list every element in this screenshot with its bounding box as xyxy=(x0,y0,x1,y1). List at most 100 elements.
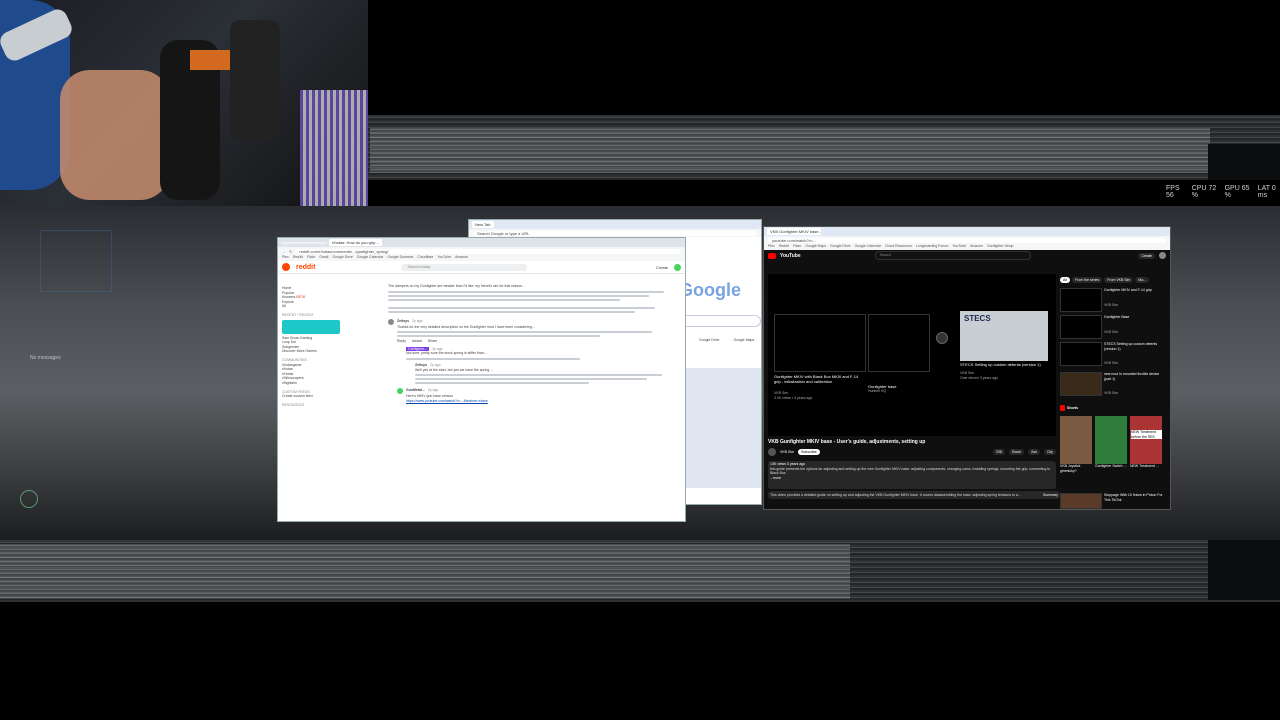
short-thumb xyxy=(1095,416,1127,464)
reddit-search[interactable]: Search r/hotas xyxy=(401,263,528,271)
shorts-label: Shorts xyxy=(1067,405,1079,410)
youtube-search[interactable]: Search xyxy=(874,251,1031,260)
rec-item[interactable]: Gunfighter MKIV and F-14 grip VKB Sim xyxy=(1060,288,1166,312)
recent-heading: RECENT / RECENT xyxy=(282,312,314,317)
glitch-overlay-top xyxy=(370,128,1210,173)
create-button[interactable]: Create xyxy=(656,265,668,270)
reload-icon[interactable]: ↻ xyxy=(289,249,292,254)
thumbnail-text: STECS xyxy=(964,314,991,323)
subscribe-button[interactable]: Subscribe xyxy=(798,448,820,456)
channel-avatar[interactable] xyxy=(768,448,776,456)
description-box[interactable]: 13K views 3 years ago this guide present… xyxy=(768,461,1056,489)
bookmark[interactable]: Google Drive xyxy=(332,255,352,261)
rec-channel: VKB Sim xyxy=(1104,391,1119,396)
back-icon[interactable]: ← xyxy=(282,249,286,254)
chip-channel[interactable]: From VKB Sim xyxy=(1104,277,1134,283)
rec-item[interactable]: Stoppage With 10 Halos in Prison For Thi… xyxy=(1060,493,1166,509)
add-circle-icon[interactable] xyxy=(20,490,38,508)
community-item[interactable]: r/flightsim xyxy=(282,381,340,386)
shortcut-2[interactable]: Google Maps xyxy=(733,338,754,343)
bookmark[interactable]: Google Calendar xyxy=(855,244,881,250)
reddit-address[interactable]: reddit.com/r/hotas/comments/.../gunfight… xyxy=(295,248,681,254)
latency-stat: LAT 0 ms xyxy=(1257,185,1276,199)
bookmark[interactable]: Plex xyxy=(768,244,775,250)
channel-avatar[interactable] xyxy=(936,332,948,344)
bookmark[interactable]: Reddit xyxy=(293,255,303,261)
ask-button[interactable]: Ask xyxy=(1028,449,1040,455)
chip-series[interactable]: From the series xyxy=(1071,277,1103,283)
bookmark[interactable]: Google Calendar xyxy=(357,255,383,261)
short-item[interactable]: Gunfighter Switch ... xyxy=(1095,416,1127,473)
google-search-box[interactable] xyxy=(679,315,761,327)
avatar[interactable] xyxy=(1159,252,1166,259)
tab-reddit[interactable]: r/hotas: How do you grip... xyxy=(329,239,382,246)
recent-item[interactable]: Discover More Games xyxy=(282,349,340,354)
end-card-title[interactable]: STECS Setting up custom detents (version… xyxy=(960,362,1050,367)
google-logo: Google xyxy=(679,280,741,300)
rec-item[interactable]: Gunfighter Base VKB Sim xyxy=(1060,315,1166,339)
shortcut-1[interactable]: Google Drive xyxy=(699,338,719,343)
bookmark[interactable]: YouTube xyxy=(952,244,966,250)
bookmark[interactable]: Longboarding Forum xyxy=(916,244,949,250)
create-feed-link[interactable]: Create custom feed xyxy=(282,394,340,399)
reddit-logo-icon[interactable] xyxy=(282,263,290,271)
end-card-channel: VKB Sim xyxy=(774,391,789,395)
bookmark[interactable]: Cloudflare xyxy=(417,255,433,261)
award-button[interactable]: Award xyxy=(412,339,422,344)
tab-youtube[interactable]: VKB Gunfighter MKIV base... xyxy=(767,228,821,235)
summary-label[interactable]: Summary xyxy=(1043,493,1058,498)
sidebar-item-all[interactable]: All xyxy=(282,304,340,309)
rec-item[interactable]: STECS Setting up custom detents (version… xyxy=(1060,342,1166,369)
reply-button[interactable]: Reply xyxy=(397,339,406,344)
bookmark[interactable]: Amazon xyxy=(970,244,983,250)
channel-name[interactable]: VKB Sim xyxy=(780,450,794,455)
video-link[interactable]: https://www.youtube.com/watch?v=...&feat… xyxy=(388,399,678,404)
featured-community[interactable] xyxy=(282,319,340,334)
ai-summary[interactable]: This video provides a detailed guide on … xyxy=(768,491,1060,499)
bookmark[interactable]: Flickr xyxy=(793,244,801,250)
bookmark[interactable]: Cloud Resources xyxy=(885,244,912,250)
tab-1[interactable] xyxy=(281,241,327,244)
more-link[interactable]: ...more xyxy=(770,476,1054,481)
rec-item[interactable]: new mod in mounted throttle device (part… xyxy=(1060,372,1166,399)
bookmark[interactable]: Google Maps xyxy=(805,244,826,250)
chip-all[interactable]: All xyxy=(1060,277,1070,283)
end-card-thumb[interactable]: STECS xyxy=(960,311,1048,361)
panel-block xyxy=(684,368,761,488)
like-button[interactable]: 298 xyxy=(992,449,1005,455)
short-item[interactable]: VKB Joystick gimmicky? xyxy=(1060,416,1092,473)
share-button[interactable]: Share xyxy=(1008,449,1025,455)
avatar[interactable] xyxy=(674,263,681,271)
create-button[interactable]: Create xyxy=(1138,252,1155,259)
bookmark[interactable]: Google Domains xyxy=(387,255,413,261)
share-button[interactable]: Share xyxy=(428,339,437,344)
tab-new[interactable]: New Tab xyxy=(472,221,494,228)
youtube-address[interactable]: youtube.com/watch?v=... xyxy=(768,237,1166,243)
video-player[interactable]: Gunfighter MKIV with Black Box MKIII and… xyxy=(768,274,1056,436)
summary-text: This video provides a detailed guide on … xyxy=(770,492,1021,497)
orange-object xyxy=(190,50,230,70)
comment-author[interactable]: Zeltsys xyxy=(397,319,409,325)
bookmark[interactable]: Reddit xyxy=(779,244,789,250)
clip-button[interactable]: Clip xyxy=(1043,449,1056,455)
bookmark[interactable]: Google Drive xyxy=(830,244,850,250)
end-card-thumb[interactable] xyxy=(868,314,930,372)
end-card-thumb[interactable] xyxy=(774,314,866,372)
youtube-logo[interactable]: YouTube xyxy=(780,253,801,259)
bookmark[interactable]: Plex xyxy=(282,255,289,261)
youtube-logo-icon[interactable] xyxy=(768,252,776,259)
bookmark[interactable]: YouTube xyxy=(437,255,451,261)
comment-author[interactable]: Zeltsys xyxy=(415,363,427,368)
chip-more[interactable]: Ma... xyxy=(1135,277,1150,283)
bookmark[interactable]: Amazon xyxy=(455,255,468,261)
beta-badge: BETA xyxy=(296,295,306,300)
bookmark[interactable]: Flickr xyxy=(307,255,315,261)
rec-channel: VKB Sim xyxy=(1104,329,1119,334)
google-omnibox[interactable]: Search Google or type a URL xyxy=(473,230,757,236)
end-card-title[interactable]: Gunfighter MKIV with Black Box MKIII and… xyxy=(774,374,866,384)
bookmark[interactable]: Gunfighter Setup xyxy=(987,244,1013,250)
short-item[interactable]: NEW Treatment before the SES NEW Treatme… xyxy=(1130,416,1162,473)
reddit-logo[interactable]: reddit xyxy=(296,264,315,271)
bookmark[interactable]: Gmail xyxy=(319,255,328,261)
end-card-channel: Hubbell HQ xyxy=(868,389,887,393)
